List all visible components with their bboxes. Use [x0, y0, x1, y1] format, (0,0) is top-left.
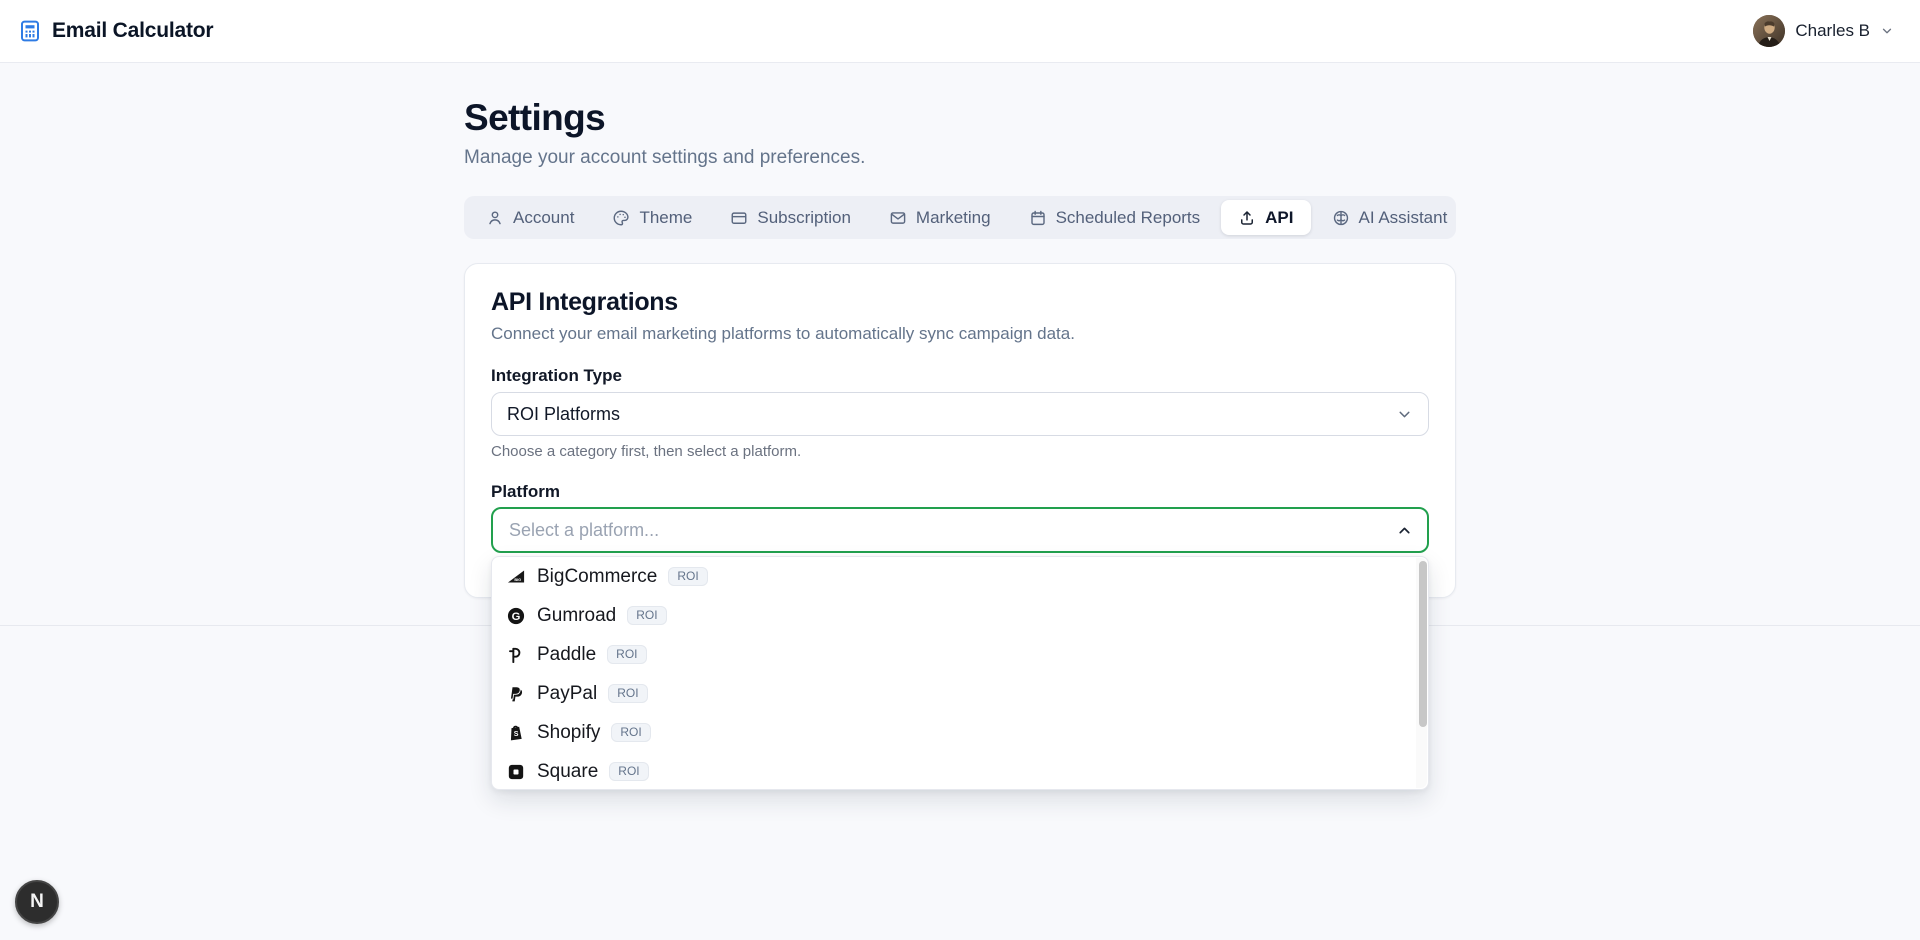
user-icon — [486, 209, 504, 227]
tab-theme[interactable]: Theme — [595, 200, 709, 235]
chevron-down-icon — [1396, 406, 1413, 423]
avatar — [1753, 15, 1785, 47]
roi-badge: ROI — [608, 684, 647, 703]
card-title: API Integrations — [491, 288, 1429, 317]
svg-text:G: G — [512, 610, 521, 622]
platform-label: Platform — [491, 482, 1429, 502]
platform-option-label: BigCommerce — [537, 566, 657, 588]
dropdown-scrollbar-thumb[interactable] — [1419, 561, 1427, 727]
platform-combobox[interactable] — [491, 507, 1429, 553]
roi-badge: ROI — [609, 762, 648, 781]
brain-icon — [1332, 209, 1350, 227]
shopify-icon: S — [506, 723, 526, 743]
app-header: Email Calculator Charles B — [0, 0, 1920, 63]
platform-option-bigcommerce[interactable]: BIG BigCommerce ROI — [492, 557, 1428, 596]
platform-option-shopify[interactable]: S Shopify ROI — [492, 713, 1428, 752]
user-menu[interactable]: Charles B — [1753, 15, 1894, 47]
chevron-down-icon — [1880, 24, 1894, 38]
tab-scheduled-reports[interactable]: Scheduled Reports — [1012, 200, 1218, 235]
page-title: Settings — [464, 97, 1456, 139]
app-title: Email Calculator — [52, 19, 213, 43]
roi-badge: ROI — [607, 645, 646, 664]
tab-label: Scheduled Reports — [1056, 208, 1201, 228]
platform-option-paddle[interactable]: Paddle ROI — [492, 635, 1428, 674]
tab-label: AI Assistant — [1359, 208, 1448, 228]
roi-badge: ROI — [668, 567, 707, 586]
paypal-icon — [506, 684, 526, 704]
settings-page: Settings Manage your account settings an… — [464, 97, 1456, 598]
platform-option-gumroad[interactable]: G Gumroad ROI — [492, 596, 1428, 635]
user-name: Charles B — [1795, 21, 1870, 41]
tab-label: Theme — [639, 208, 692, 228]
chevron-up-icon — [1396, 522, 1413, 539]
calendar-icon — [1029, 209, 1047, 227]
platform-option-label: Shopify — [537, 722, 600, 744]
bigcommerce-icon: BIG — [506, 567, 526, 587]
tab-ai-assistant[interactable]: AI Assistant — [1315, 200, 1465, 235]
integration-type-select[interactable]: ROI Platforms — [491, 392, 1429, 436]
integration-type-label: Integration Type — [491, 366, 1429, 386]
tab-label: Account — [513, 208, 574, 228]
palette-icon — [612, 209, 630, 227]
settings-tabs: Account Theme Subscription Marketing Sch… — [464, 196, 1456, 239]
gumroad-icon: G — [506, 606, 526, 626]
upload-icon — [1238, 209, 1256, 227]
platform-search-input[interactable] — [507, 519, 1396, 542]
integration-type-value: ROI Platforms — [507, 404, 620, 425]
platform-dropdown: BIG BigCommerce ROI G Gumroad ROI Paddle… — [491, 556, 1429, 790]
svg-text:BIG: BIG — [514, 578, 521, 582]
platform-option-square[interactable]: Square ROI — [492, 752, 1428, 790]
platform-option-label: Paddle — [537, 644, 596, 666]
platform-option-label: PayPal — [537, 683, 597, 705]
mail-icon — [889, 209, 907, 227]
page-subtitle: Manage your account settings and prefere… — [464, 147, 1456, 169]
platform-option-label: Gumroad — [537, 605, 616, 627]
app-brand: Email Calculator — [18, 19, 213, 43]
platform-option-list: BIG BigCommerce ROI G Gumroad ROI Paddle… — [492, 557, 1428, 790]
paddle-icon — [506, 645, 526, 665]
platform-option-label: Square — [537, 761, 598, 783]
tab-label: Subscription — [757, 208, 851, 228]
tab-account[interactable]: Account — [469, 200, 591, 235]
roi-badge: ROI — [627, 606, 666, 625]
card-subtitle: Connect your email marketing platforms t… — [491, 324, 1429, 344]
calculator-icon — [18, 19, 42, 43]
dev-indicator-button[interactable]: N — [15, 880, 59, 924]
square-icon — [506, 762, 526, 782]
credit-card-icon — [730, 209, 748, 227]
roi-badge: ROI — [611, 723, 650, 742]
tab-subscription[interactable]: Subscription — [713, 200, 868, 235]
api-integrations-card: API Integrations Connect your email mark… — [464, 263, 1456, 598]
integration-type-helper: Choose a category first, then select a p… — [491, 443, 1429, 460]
tab-label: API — [1265, 208, 1293, 228]
platform-option-paypal[interactable]: PayPal ROI — [492, 674, 1428, 713]
tab-api[interactable]: API — [1221, 200, 1310, 235]
tab-label: Marketing — [916, 208, 991, 228]
svg-text:S: S — [514, 730, 519, 738]
tab-marketing[interactable]: Marketing — [872, 200, 1008, 235]
